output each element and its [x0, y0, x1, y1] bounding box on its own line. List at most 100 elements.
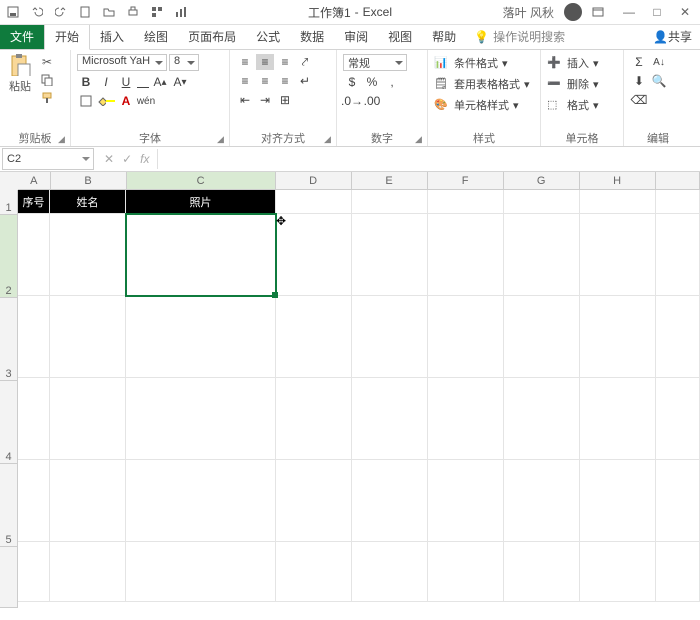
shrink-font-button[interactable]: A▾ [171, 74, 189, 90]
row-header-2[interactable]: 2 [0, 215, 18, 298]
cancel-formula-icon[interactable]: ✕ [104, 152, 114, 166]
col-header-G[interactable]: G [504, 172, 580, 190]
dialog-launcher-icon[interactable]: ◢ [217, 134, 227, 144]
cell[interactable] [18, 542, 50, 602]
formula-input[interactable] [157, 149, 700, 169]
redo-icon[interactable] [54, 5, 68, 19]
avatar[interactable] [564, 3, 582, 21]
cell[interactable] [352, 460, 428, 542]
dialog-launcher-icon[interactable]: ◢ [415, 134, 425, 144]
cell[interactable] [656, 190, 700, 214]
align-top-icon[interactable]: ≡ [236, 54, 254, 70]
cell[interactable]: 序号 [18, 190, 50, 214]
minimize-icon[interactable]: — [620, 5, 638, 19]
grow-font-button[interactable]: A▴ [151, 74, 169, 90]
insert-cells-button[interactable]: ➕插入 ▾ [547, 54, 617, 72]
addin-icon[interactable] [150, 5, 164, 19]
cell[interactable] [504, 378, 580, 460]
close-icon[interactable]: ✕ [676, 5, 694, 19]
cell[interactable] [428, 214, 504, 296]
new-icon[interactable] [78, 5, 92, 19]
cell[interactable] [18, 460, 50, 542]
italic-button[interactable]: I [97, 74, 115, 90]
row-header-3[interactable]: 3 [0, 298, 18, 381]
number-format-combo[interactable]: 常规 [343, 54, 407, 71]
cell[interactable] [504, 214, 580, 296]
cell[interactable] [580, 296, 656, 378]
fill-color-button[interactable] [97, 93, 115, 109]
cell[interactable] [50, 214, 126, 296]
tab-formulas[interactable]: 公式 [246, 24, 290, 49]
clear-icon[interactable]: ⌫ [630, 92, 648, 108]
cell[interactable] [580, 190, 656, 214]
cell[interactable] [50, 296, 126, 378]
format-painter-icon[interactable] [38, 90, 56, 106]
borders-button[interactable] [77, 93, 95, 109]
cell[interactable] [126, 378, 276, 460]
paste-button[interactable]: 粘贴 [6, 54, 34, 94]
cell[interactable] [656, 214, 700, 296]
col-header-[interactable] [656, 172, 700, 190]
align-right-icon[interactable]: ≡ [276, 73, 294, 89]
comma-icon[interactable]: , [383, 74, 401, 90]
col-header-B[interactable]: B [51, 172, 127, 190]
tab-file[interactable]: 文件 [0, 24, 44, 49]
tab-draw[interactable]: 绘图 [134, 24, 178, 49]
underline-button[interactable]: U [117, 74, 135, 90]
cell[interactable] [352, 190, 428, 214]
cell[interactable] [504, 542, 580, 602]
accounting-icon[interactable]: $ [343, 74, 361, 90]
fx-icon[interactable]: fx [140, 152, 149, 166]
cell[interactable] [276, 378, 352, 460]
cell[interactable] [428, 296, 504, 378]
row-header-[interactable] [0, 547, 18, 608]
cell[interactable] [428, 542, 504, 602]
row-header-1[interactable]: 1 [0, 190, 18, 215]
increase-decimal-icon[interactable]: .0→ [343, 93, 361, 109]
cell[interactable] [18, 378, 50, 460]
cell[interactable] [504, 190, 580, 214]
fill-handle[interactable] [272, 292, 278, 298]
select-all-corner[interactable] [0, 172, 19, 191]
format-cells-button[interactable]: ⬚格式 ▾ [547, 96, 617, 114]
increase-indent-icon[interactable]: ⇥ [256, 92, 274, 108]
cell[interactable] [580, 214, 656, 296]
maximize-icon[interactable]: □ [648, 5, 666, 19]
font-color-button[interactable]: A [117, 93, 135, 109]
cell[interactable] [580, 542, 656, 602]
cell[interactable]: 姓名 [50, 190, 126, 214]
align-center-icon[interactable]: ≡ [256, 73, 274, 89]
sort-filter-icon[interactable]: A↓ [650, 54, 668, 70]
cut-icon[interactable]: ✂ [38, 54, 56, 70]
tab-insert[interactable]: 插入 [90, 24, 134, 49]
cell[interactable] [50, 460, 126, 542]
cell[interactable] [352, 542, 428, 602]
tell-me[interactable]: 💡 操作说明搜索 [466, 24, 573, 49]
cell[interactable] [276, 460, 352, 542]
cell[interactable] [276, 542, 352, 602]
align-middle-icon[interactable]: ≡ [256, 54, 274, 70]
tab-review[interactable]: 审阅 [334, 24, 378, 49]
font-size-combo[interactable]: 8 [169, 54, 199, 71]
border-button[interactable] [137, 77, 149, 88]
col-header-D[interactable]: D [276, 172, 352, 190]
align-bottom-icon[interactable]: ≡ [276, 54, 294, 70]
cell[interactable] [580, 378, 656, 460]
cell[interactable] [656, 378, 700, 460]
tab-data[interactable]: 数据 [290, 24, 334, 49]
col-header-E[interactable]: E [352, 172, 428, 190]
cell[interactable] [352, 214, 428, 296]
bold-button[interactable]: B [77, 74, 95, 90]
merge-icon[interactable]: ⊞ [276, 92, 294, 108]
format-as-table-button[interactable]: 🗒套用表格格式 ▾ [434, 75, 534, 93]
quickprint-icon[interactable] [126, 5, 140, 19]
name-box[interactable]: C2 [2, 148, 94, 170]
font-name-combo[interactable]: Microsoft YaH [77, 54, 167, 71]
cell[interactable] [50, 378, 126, 460]
conditional-format-button[interactable]: 📊条件格式 ▾ [434, 54, 534, 72]
delete-cells-button[interactable]: ➖删除 ▾ [547, 75, 617, 93]
cell[interactable] [276, 190, 352, 214]
cell-styles-button[interactable]: 🎨单元格样式 ▾ [434, 96, 534, 114]
decrease-decimal-icon[interactable]: .00 [363, 93, 381, 109]
cell[interactable] [504, 460, 580, 542]
